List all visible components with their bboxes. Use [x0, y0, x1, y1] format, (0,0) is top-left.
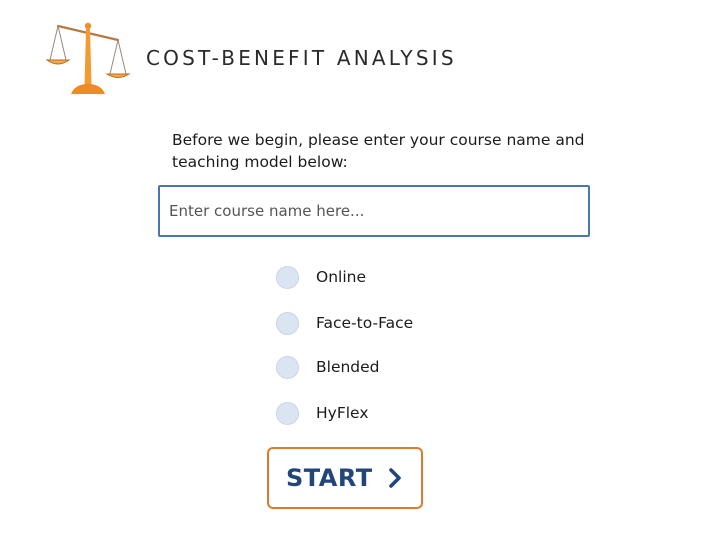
- radio-option-hyflex[interactable]: HyFlex: [276, 401, 369, 425]
- start-button[interactable]: START: [267, 447, 423, 509]
- chevron-right-icon: [388, 468, 401, 488]
- radio-button-online[interactable]: [276, 265, 299, 289]
- radio-option-blended[interactable]: Blended: [276, 355, 380, 379]
- radio-label-blended: Blended: [316, 358, 380, 376]
- radio-button-face-to-face[interactable]: [276, 311, 299, 335]
- radio-button-hyflex[interactable]: [276, 401, 299, 425]
- start-button-label: START: [286, 464, 373, 492]
- radio-option-online[interactable]: Online: [276, 265, 366, 289]
- intro-prompt: Before we begin, please enter your cours…: [172, 131, 585, 171]
- scales-of-justice-icon: [45, 22, 131, 94]
- page-title: COST-BENEFIT ANALYSIS: [146, 46, 457, 70]
- course-name-input[interactable]: [158, 185, 590, 237]
- radio-option-face-to-face[interactable]: Face-to-Face: [276, 311, 413, 335]
- radio-button-blended[interactable]: [276, 355, 299, 379]
- radio-label-hyflex: HyFlex: [316, 404, 369, 422]
- radio-label-online: Online: [316, 268, 366, 286]
- radio-label-face-to-face: Face-to-Face: [316, 314, 414, 332]
